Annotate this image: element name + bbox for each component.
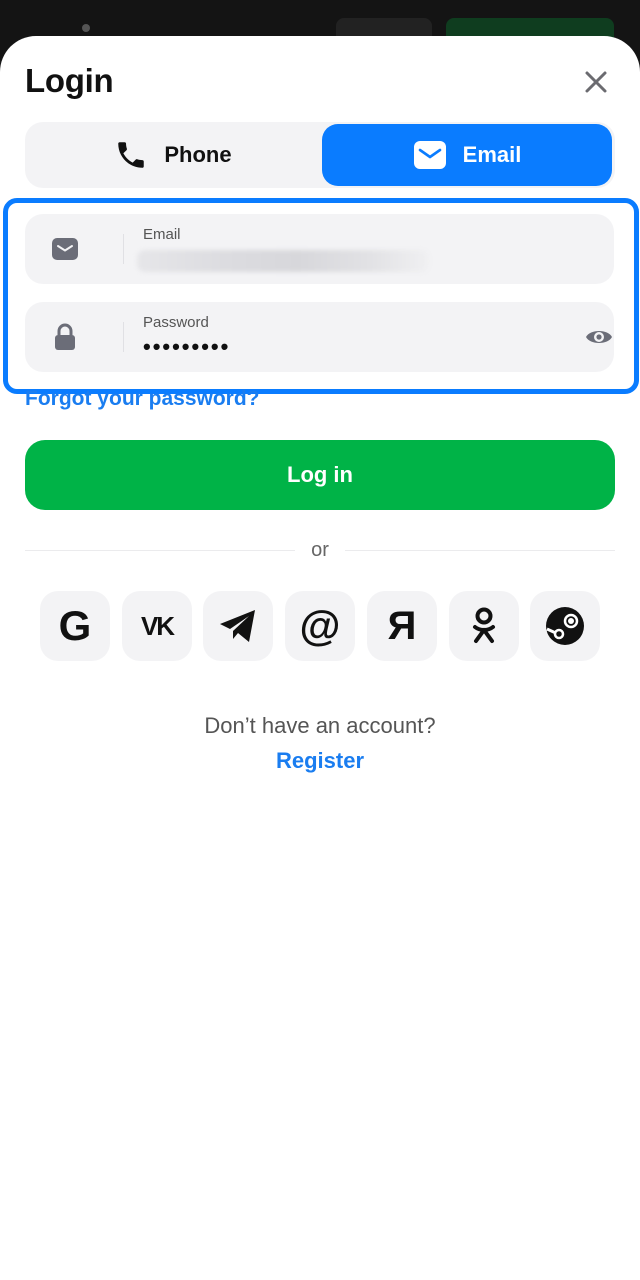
signup-prompt: Don’t have an account? (204, 713, 436, 738)
register-link-row: Register (0, 748, 640, 774)
envelope-icon (413, 141, 446, 169)
tab-email[interactable]: Email (322, 124, 612, 186)
field-divider (123, 234, 124, 264)
tab-phone-label: Phone (164, 142, 232, 167)
password-field[interactable]: Password ••••••••• (25, 302, 614, 372)
or-divider: or (25, 536, 615, 566)
register-link[interactable]: Register (276, 748, 364, 773)
phone-icon (118, 142, 145, 168)
tab-email-label: Email (462, 142, 522, 167)
telegram-icon (220, 610, 255, 642)
vk-icon: VK (140, 611, 175, 641)
login-method-tabs: Phone Email (25, 122, 615, 188)
eye-icon (586, 331, 612, 343)
password-value: ••••••••• (143, 334, 231, 359)
yandex-login-button[interactable]: Я (367, 591, 437, 661)
forgot-password-link[interactable]: Forgot your password? (25, 387, 260, 411)
google-icon: G (58, 602, 92, 649)
lock-icon (51, 323, 79, 350)
odnoklassniki-login-button[interactable] (449, 591, 519, 661)
social-login-row: G VK @ Я (40, 591, 600, 661)
close-icon (585, 71, 607, 93)
close-button[interactable] (576, 62, 616, 102)
background-dot (82, 24, 90, 32)
tab-phone[interactable]: Phone (27, 124, 319, 186)
yandex-icon: Я (387, 604, 417, 648)
google-login-button[interactable]: G (40, 591, 110, 661)
email-field-label: Email (143, 226, 181, 243)
odnoklassniki-icon (473, 607, 495, 643)
email-value-redacted (137, 250, 429, 272)
envelope-icon (51, 236, 79, 262)
login-sheet: Login Phone Email Email Password •••••••… (0, 36, 640, 1280)
email-field[interactable]: Email (25, 214, 614, 284)
telegram-login-button[interactable] (203, 591, 273, 661)
page-title: Login (25, 62, 114, 99)
or-text: or (311, 539, 329, 561)
password-field-label: Password (143, 314, 209, 331)
vk-login-button[interactable]: VK (122, 591, 192, 661)
field-divider (123, 322, 124, 352)
mail-login-button[interactable]: @ (285, 591, 355, 661)
steam-login-button[interactable] (530, 591, 600, 661)
show-password-toggle[interactable] (585, 326, 613, 348)
at-icon: @ (299, 602, 341, 649)
login-button[interactable]: Log in (25, 440, 615, 510)
steam-icon (546, 607, 584, 645)
